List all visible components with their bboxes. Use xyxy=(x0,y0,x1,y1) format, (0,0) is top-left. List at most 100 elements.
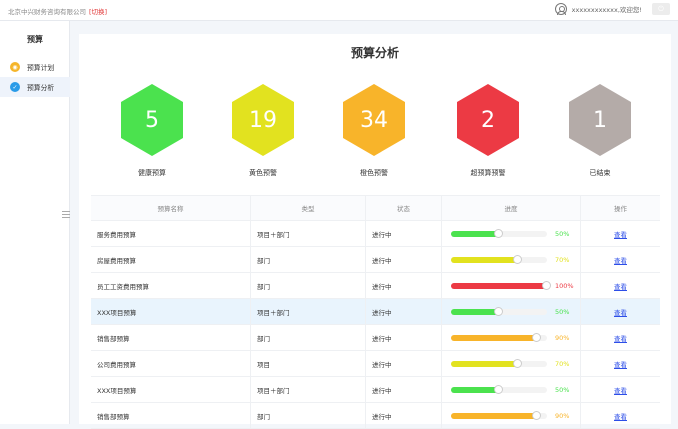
hexagon-orange: 34 xyxy=(343,84,405,156)
hexagon-yellow: 19 xyxy=(232,84,294,156)
row-status: 进行中 xyxy=(366,247,442,272)
logout-button[interactable]: ⏻ xyxy=(652,3,670,15)
stat-healthy[interactable]: 5 健康预算 xyxy=(107,84,197,178)
progress-bar: 50% xyxy=(448,306,580,316)
row-action: 查看 xyxy=(581,325,660,350)
progress-bar: 50% xyxy=(448,228,580,238)
row-type: 项目＋部门 xyxy=(251,221,366,246)
row-type: 部门 xyxy=(251,403,366,428)
view-link[interactable]: 查看 xyxy=(614,333,627,343)
sidebar-item-budget-plan[interactable]: ◉ 预算计划 xyxy=(0,57,70,77)
row-action: 查看 xyxy=(581,403,660,428)
hexagon-healthy: 5 xyxy=(121,84,183,156)
progress-knob xyxy=(532,410,542,420)
header-type: 类型 xyxy=(251,196,366,220)
progress-knob xyxy=(494,306,503,316)
row-type: 项目 xyxy=(251,351,366,376)
progress-fill xyxy=(451,308,499,315)
progress-fill xyxy=(451,230,499,237)
stat-label: 黄色预警 xyxy=(249,169,277,177)
sidebar-title: 预算 xyxy=(27,35,43,44)
row-status: 进行中 xyxy=(366,377,442,402)
view-link[interactable]: 查看 xyxy=(614,229,627,239)
row-action: 查看 xyxy=(581,377,660,402)
progress-bar: 90% xyxy=(448,410,580,420)
progress-percent: 50% xyxy=(555,229,570,238)
plan-icon: ◉ xyxy=(10,62,20,72)
view-link[interactable]: 查看 xyxy=(614,307,627,317)
company-name: 北京中兴财务咨询有限公司 [切换] xyxy=(8,6,107,16)
row-progress: 50% xyxy=(442,299,581,324)
progress-fill xyxy=(451,334,538,341)
row-name: XXX项目预算 xyxy=(91,377,251,402)
company-label: 北京中兴财务咨询有限公司 xyxy=(8,8,86,16)
switch-company-link[interactable]: [切换] xyxy=(89,8,107,16)
view-link[interactable]: 查看 xyxy=(614,281,627,291)
stat-over-budget[interactable]: 2 超预算预警 xyxy=(443,84,533,178)
row-name: 房屋费用预算 xyxy=(91,247,251,272)
row-type: 项目＋部门 xyxy=(251,299,366,324)
progress-knob xyxy=(513,254,523,264)
stat-finished[interactable]: 1 已结束 xyxy=(555,84,645,178)
table-row[interactable]: 房屋费用预算 部门 进行中 70% 查看 xyxy=(91,247,660,273)
progress-bar: 50% xyxy=(448,384,580,394)
table-row[interactable]: 销售部预算 部门 进行中 90% 查看 xyxy=(91,325,660,351)
progress-track xyxy=(451,332,547,342)
row-action: 查看 xyxy=(581,351,660,376)
progress-fill xyxy=(451,256,519,263)
table-header: 预算名称 类型 状态 进度 操作 xyxy=(91,195,660,221)
stat-label: 橙色预警 xyxy=(360,169,388,177)
view-link[interactable]: 查看 xyxy=(614,411,627,421)
row-progress: 50% xyxy=(442,377,581,402)
progress-fill xyxy=(451,412,538,419)
sidebar-item-label: 预算分析 xyxy=(27,84,55,92)
row-name: XXX项目预算 xyxy=(91,299,251,324)
sidebar-item-label: 预算计划 xyxy=(27,64,55,72)
table-body: 服务费用预算 项目＋部门 进行中 50% 查看 房屋费用预算 部门 进行中 70… xyxy=(91,221,660,429)
table-row[interactable]: XXX项目预算 项目＋部门 进行中 50% 查看 xyxy=(91,377,660,403)
header-status: 状态 xyxy=(366,196,442,220)
hexagon-gray: 1 xyxy=(569,84,631,156)
progress-percent: 100% xyxy=(555,281,574,290)
header-action: 操作 xyxy=(614,205,627,213)
progress-bar: 70% xyxy=(448,358,580,368)
stat-orange-warning[interactable]: 34 橙色预警 xyxy=(329,84,419,178)
row-status: 进行中 xyxy=(366,351,442,376)
row-name: 员工工资费用预算 xyxy=(91,273,251,298)
row-action: 查看 xyxy=(581,221,660,246)
view-link[interactable]: 查看 xyxy=(614,255,627,265)
row-progress: 100% xyxy=(442,273,581,298)
progress-fill xyxy=(451,282,547,289)
progress-bar: 70% xyxy=(448,254,580,264)
progress-percent: 90% xyxy=(555,333,570,342)
sidebar-item-budget-analysis[interactable]: ✓ 预算分析 xyxy=(0,77,70,97)
stat-label: 超预算预警 xyxy=(470,169,506,177)
view-link[interactable]: 查看 xyxy=(614,385,627,395)
row-action: 查看 xyxy=(581,299,660,324)
row-action: 查看 xyxy=(581,247,660,272)
table-row[interactable]: 员工工资费用预算 部门 进行中 100% 查看 xyxy=(91,273,660,299)
progress-percent: 50% xyxy=(555,385,570,394)
progress-track xyxy=(451,254,547,264)
user-icon[interactable] xyxy=(554,3,567,15)
progress-track xyxy=(451,280,551,290)
sidebar: 预算 ◉ 预算计划 ✓ 预算分析 xyxy=(0,21,70,424)
stat-label: 已结束 xyxy=(589,169,611,177)
progress-track xyxy=(451,228,547,238)
table-row[interactable]: 公司费用预算 项目 进行中 70% 查看 xyxy=(91,351,660,377)
row-name: 销售部预算 xyxy=(91,325,251,350)
progress-knob xyxy=(513,358,523,368)
progress-knob xyxy=(494,384,503,394)
header-progress: 进度 xyxy=(442,196,581,220)
row-name: 销售部预算 xyxy=(91,403,251,428)
table-row[interactable]: XXX项目预算 项目＋部门 进行中 50% 查看 xyxy=(91,299,660,325)
view-link[interactable]: 查看 xyxy=(614,359,627,369)
row-type: 部门 xyxy=(251,247,366,272)
collapse-menu-icon[interactable] xyxy=(62,211,70,219)
row-status: 进行中 xyxy=(366,221,442,246)
row-status: 进行中 xyxy=(366,325,442,350)
table-row[interactable]: 销售部预算 部门 进行中 90% 查看 xyxy=(91,403,660,429)
stat-yellow-warning[interactable]: 19 黄色预警 xyxy=(218,84,308,178)
user-area: xxxxxxxxxxxx,欢迎您! ⏻ xyxy=(554,3,670,15)
table-row[interactable]: 服务费用预算 项目＋部门 进行中 50% 查看 xyxy=(91,221,660,247)
